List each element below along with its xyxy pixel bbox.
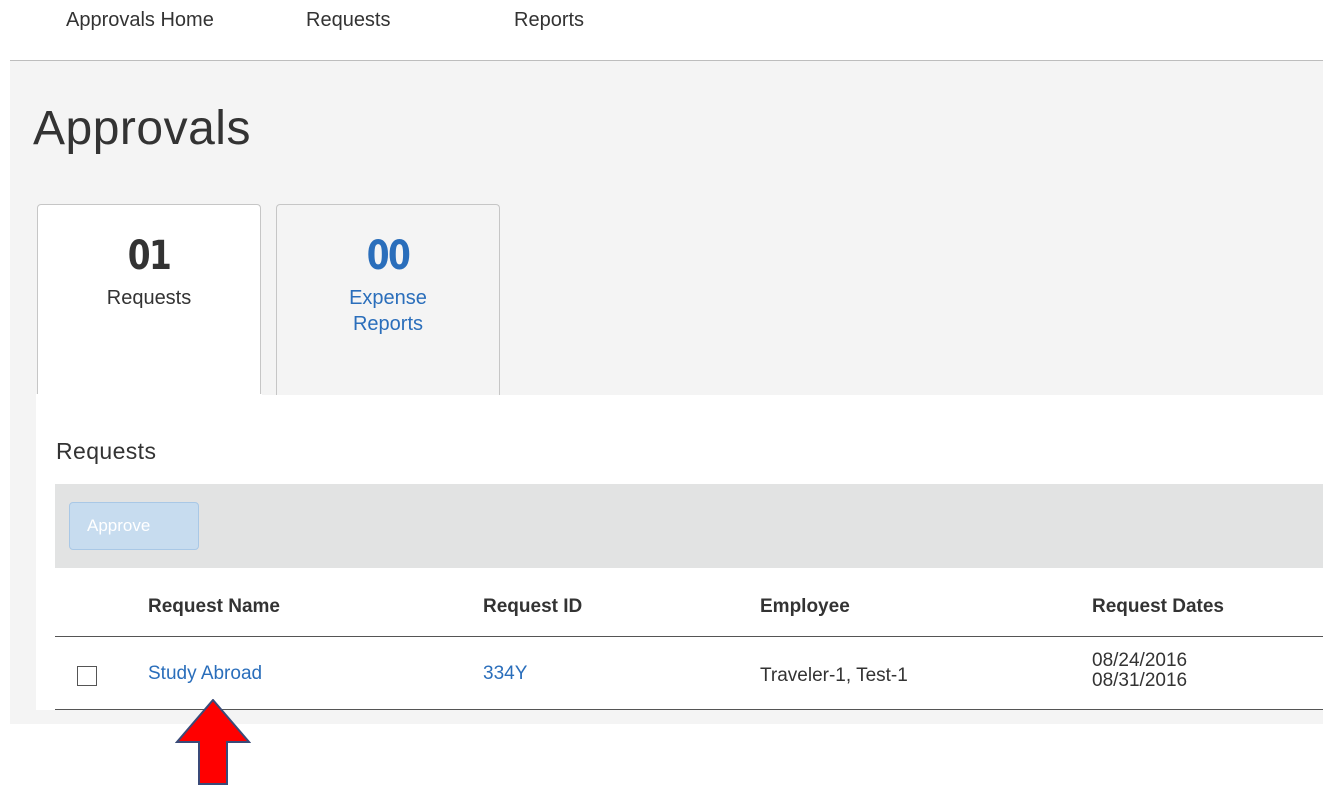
red-up-arrow-icon — [175, 699, 251, 785]
column-header-employee[interactable]: Employee — [760, 596, 850, 618]
employee-name: Traveler-1, Test-1 — [760, 665, 908, 686]
active-tab-join — [36, 394, 262, 396]
column-header-request-dates[interactable]: Request Dates — [1092, 596, 1224, 618]
requests-count: 01 — [127, 233, 172, 279]
top-navigation: Approvals Home Requests Reports — [0, 0, 1323, 62]
approve-button[interactable]: Approve — [69, 502, 199, 550]
request-id-link[interactable]: 334Y — [483, 663, 527, 685]
page-title: Approvals — [33, 102, 251, 155]
tab-expense-reports[interactable]: 00 Expense Reports — [276, 204, 500, 397]
request-end-date: 08/31/2016 — [1092, 670, 1188, 691]
nav-approvals-home[interactable]: Approvals Home — [66, 9, 214, 32]
request-start-date: 08/24/2016 — [1092, 650, 1188, 671]
row-select-checkbox[interactable] — [77, 666, 97, 686]
column-header-request-name[interactable]: Request Name — [148, 596, 280, 618]
tab-expense-reports-label: Expense Reports — [349, 287, 427, 335]
expense-reports-count: 00 — [366, 233, 411, 279]
tab-requests-label: Requests — [106, 287, 192, 309]
tab-requests[interactable]: 01 Requests — [37, 204, 261, 398]
request-name-link[interactable]: Study Abroad — [148, 663, 262, 685]
nav-requests[interactable]: Requests — [306, 9, 391, 32]
nav-reports[interactable]: Reports — [514, 9, 584, 32]
approval-toolbar: Approve — [55, 484, 1323, 568]
request-dates: 08/24/2016 08/31/2016 — [1092, 651, 1187, 691]
section-title: Requests — [56, 438, 157, 464]
column-header-request-id[interactable]: Request ID — [483, 596, 582, 618]
header-divider — [55, 636, 1323, 637]
